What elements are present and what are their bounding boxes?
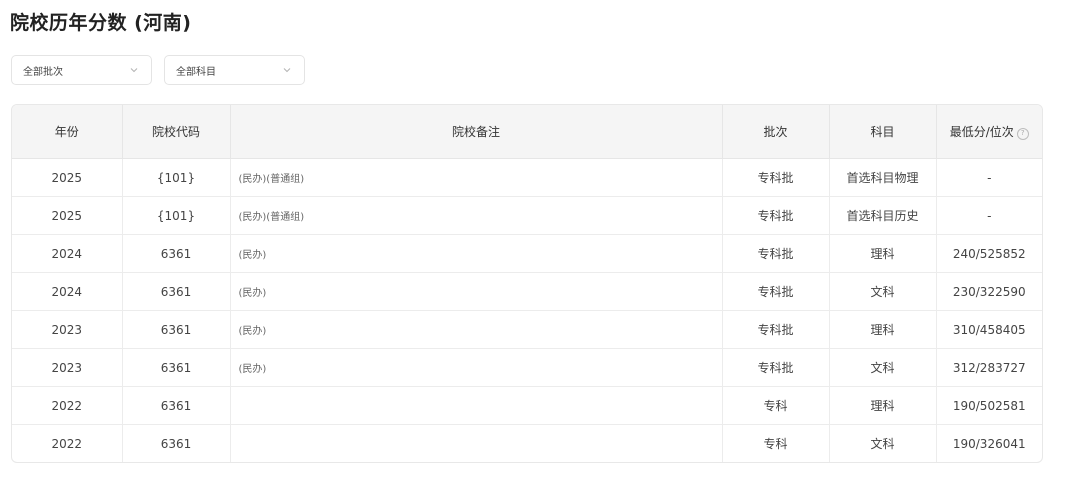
table-row: 2023 6361 (民办) 专科批 文科 312/283727 — [12, 348, 1042, 387]
cell-subject: 文科 — [829, 348, 937, 387]
filter-bar: 全部批次 全部科目 — [11, 55, 305, 85]
cell-note: (民办)(普通组) — [230, 158, 723, 197]
cell-code: 6361 — [122, 386, 231, 425]
cell-note: (民办) — [230, 310, 723, 349]
cell-subject: 理科 — [829, 310, 937, 349]
subject-select-value: 全部科目 — [176, 66, 216, 78]
help-icon[interactable]: ? — [1016, 127, 1029, 140]
cell-score: 190/502581 — [936, 386, 1042, 425]
cell-batch: 专科批 — [722, 348, 830, 387]
cell-code: {101} — [122, 158, 231, 197]
cell-note — [230, 424, 723, 462]
cell-code: {101} — [122, 196, 231, 235]
cell-batch: 专科批 — [722, 158, 830, 197]
table-row: 2024 6361 (民办) 专科批 理科 240/525852 — [12, 234, 1042, 273]
cell-subject: 理科 — [829, 234, 937, 273]
cell-score: 230/322590 — [936, 272, 1042, 311]
cell-note: (民办) — [230, 348, 723, 387]
cell-code: 6361 — [122, 310, 231, 349]
cell-batch: 专科批 — [722, 234, 830, 273]
cell-year: 2023 — [12, 310, 123, 349]
cell-subject: 理科 — [829, 386, 937, 425]
column-header-year: 年份 — [12, 105, 123, 159]
cell-code: 6361 — [122, 272, 231, 311]
cell-score: 240/525852 — [936, 234, 1042, 273]
cell-score: - — [936, 158, 1042, 197]
chevron-down-icon — [282, 65, 292, 75]
cell-note: (民办) — [230, 234, 723, 273]
table-row: 2025 {101} (民办)(普通组) 专科批 首选科目物理 - — [12, 158, 1042, 197]
table-row: 2022 6361 专科 理科 190/502581 — [12, 386, 1042, 425]
chevron-down-icon — [129, 65, 139, 75]
cell-year: 2024 — [12, 234, 123, 273]
cell-code: 6361 — [122, 348, 231, 387]
cell-batch: 专科 — [722, 424, 830, 462]
cell-code: 6361 — [122, 234, 231, 273]
cell-subject: 首选科目物理 — [829, 158, 937, 197]
cell-subject: 首选科目历史 — [829, 196, 937, 235]
cell-year: 2025 — [12, 196, 123, 235]
column-header-code: 院校代码 — [122, 105, 231, 159]
cell-batch: 专科批 — [722, 196, 830, 235]
cell-year: 2024 — [12, 272, 123, 311]
cell-year: 2022 — [12, 424, 123, 462]
table-row: 2022 6361 专科 文科 190/326041 — [12, 424, 1042, 462]
cell-code: 6361 — [122, 424, 231, 462]
batch-select[interactable]: 全部批次 — [11, 55, 152, 85]
cell-score: 310/458405 — [936, 310, 1042, 349]
table-row: 2024 6361 (民办) 专科批 文科 230/322590 — [12, 272, 1042, 311]
cell-note: (民办) — [230, 272, 723, 311]
column-header-batch: 批次 — [722, 105, 830, 159]
table-header-row: 年份 院校代码 院校备注 批次 科目 最低分/位次? — [12, 105, 1042, 159]
scores-table: 年份 院校代码 院校备注 批次 科目 最低分/位次? 2025 {101} (民… — [11, 104, 1043, 463]
table-row: 2025 {101} (民办)(普通组) 专科批 首选科目历史 - — [12, 196, 1042, 235]
column-header-note: 院校备注 — [230, 105, 723, 159]
cell-year: 2022 — [12, 386, 123, 425]
cell-subject: 文科 — [829, 272, 937, 311]
subject-select[interactable]: 全部科目 — [164, 55, 305, 85]
cell-score: 190/326041 — [952, 436, 1026, 451]
cell-batch: 专科批 — [722, 310, 830, 349]
cell-batch: 专科 — [722, 386, 830, 425]
batch-select-value: 全部批次 — [23, 66, 63, 78]
cell-note — [230, 386, 723, 425]
table-row: 2023 6361 (民办) 专科批 理科 310/458405 — [12, 310, 1042, 349]
cell-year: 2023 — [12, 348, 123, 387]
cell-score: - — [936, 196, 1042, 235]
column-header-score: 最低分/位次? — [936, 105, 1042, 159]
cell-note: (民办)(普通组) — [230, 196, 723, 235]
cell-batch: 专科批 — [722, 272, 830, 311]
cell-score: 312/283727 — [936, 348, 1042, 387]
column-header-score-label: 最低分/位次 — [949, 125, 1014, 139]
column-header-subject: 科目 — [829, 105, 937, 159]
cell-subject: 文科 — [829, 424, 937, 462]
cell-year: 2025 — [12, 158, 123, 197]
page-title: 院校历年分数 (河南) — [10, 12, 192, 34]
